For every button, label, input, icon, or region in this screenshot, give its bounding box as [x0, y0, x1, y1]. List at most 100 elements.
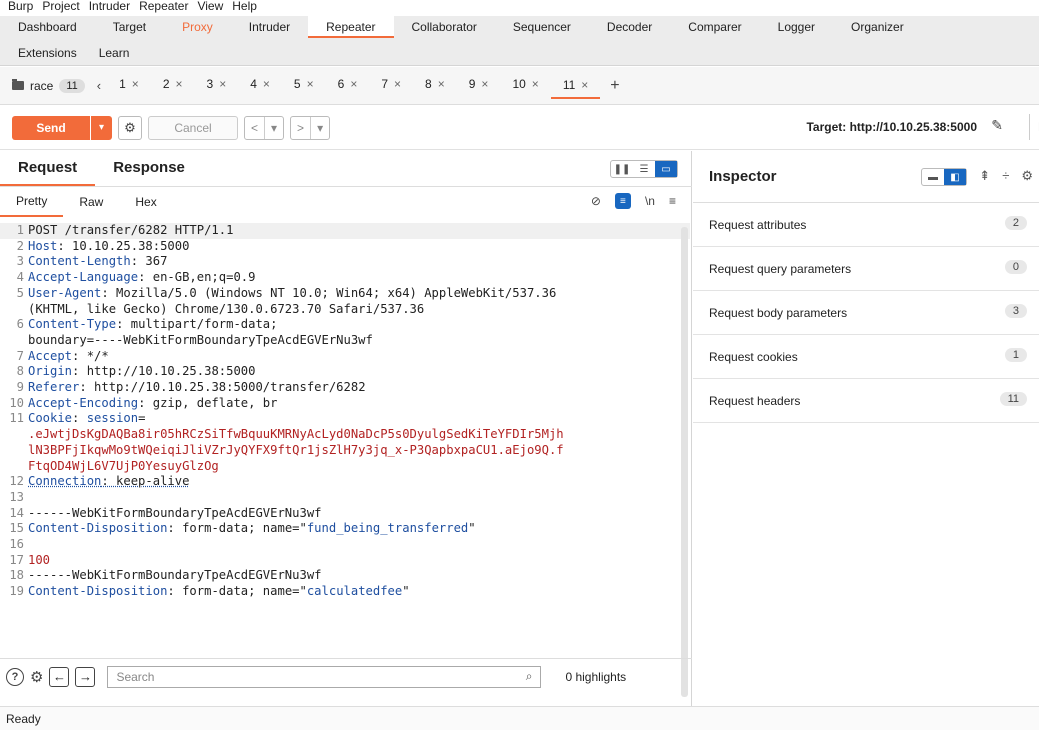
inspector-row[interactable]: Request query parameters 0 [693, 247, 1039, 291]
cancel-button[interactable]: Cancel [148, 115, 238, 140]
close-tab-icon[interactable]: × [307, 77, 314, 91]
inspector-layout-b-icon[interactable]: ◧ [944, 169, 966, 185]
previous-match-icon[interactable]: ← [49, 666, 70, 687]
tab-intruder[interactable]: Intruder [231, 16, 308, 38]
close-tab-icon[interactable]: × [176, 77, 183, 91]
line-code: Accept-Language: en-GB,en;q=0.9 [28, 270, 255, 286]
editor-scrollbar[interactable] [681, 227, 688, 697]
send-button[interactable]: Send [12, 115, 90, 140]
next-match-icon[interactable]: → [75, 666, 96, 687]
code-token: calculatedfee [306, 584, 403, 599]
tab-raw[interactable]: Raw [63, 188, 119, 216]
repeater-tab-8[interactable]: 8 × [413, 73, 457, 95]
inspector-row[interactable]: Request headers 11 [693, 379, 1039, 423]
hide-nonprintable-eye-icon[interactable]: ⊘ [591, 194, 601, 208]
editor-line: 6 Content-Type: multipart/form-data; [0, 317, 690, 333]
layout-switcher[interactable]: ❚❚ ☰ ▭ [610, 160, 678, 178]
repeater-tab-10[interactable]: 10 × [500, 73, 550, 95]
tab-target[interactable]: Target [95, 16, 164, 38]
line-number: 6 [16, 317, 24, 332]
newline-toggle[interactable]: \n [645, 194, 655, 208]
settings-gear-icon[interactable]: ⚙ [118, 115, 142, 140]
menu-icon[interactable]: ≡ [669, 194, 676, 208]
code-token: POST /transfer/6282 HTTP/1.1 [28, 223, 234, 237]
history-back-icon[interactable]: < [245, 117, 264, 139]
close-tab-icon[interactable]: × [481, 77, 488, 91]
tab-hex[interactable]: Hex [119, 188, 172, 216]
tab-logger[interactable]: Logger [760, 16, 833, 38]
search-input[interactable]: Search ⌕ [107, 665, 542, 688]
search-settings-gear-icon[interactable]: ⚙ [30, 668, 43, 686]
repeater-tab-5[interactable]: 5 × [282, 73, 326, 95]
layout-side-by-side-icon[interactable]: ❚❚ [611, 161, 633, 177]
truncated-toolbar-item[interactable]: H [1029, 114, 1039, 140]
editor-line: 17 100 [0, 553, 690, 569]
inspector-row[interactable]: Request cookies 1 [693, 335, 1039, 379]
close-tab-icon[interactable]: × [394, 77, 401, 91]
inspector-row[interactable]: Request attributes 2 [693, 203, 1039, 247]
inspector-row[interactable]: Request body parameters 3 [693, 291, 1039, 335]
tab-dashboard[interactable]: Dashboard [0, 16, 95, 38]
word-wrap-icon[interactable]: ≡ [614, 193, 631, 209]
help-icon[interactable]: ? [6, 667, 24, 686]
tab-collaborator[interactable]: Collaborator [394, 16, 495, 38]
editor-line: FtqOD4WjL6V7UjP0YesuyGlzOg [0, 459, 690, 475]
history-back-group[interactable]: < ▾ [244, 115, 285, 140]
send-dropdown-icon[interactable]: ▾ [90, 115, 112, 140]
tab-decoder[interactable]: Decoder [589, 16, 670, 38]
repeater-tab-3[interactable]: 3 × [195, 73, 239, 95]
tab-comparer[interactable]: Comparer [670, 16, 759, 38]
line-code: Accept-Encoding: gzip, deflate, br [28, 396, 277, 412]
menu-project[interactable]: Project [40, 0, 86, 16]
tab-group-race[interactable]: race 11 [12, 78, 91, 93]
repeater-tab-1[interactable]: 1 × [107, 73, 151, 95]
inspector-layout-a-icon[interactable]: ▬ [922, 169, 944, 185]
menu-help[interactable]: Help [230, 0, 264, 16]
history-forward-group[interactable]: > ▾ [290, 115, 331, 140]
line-number: 12 [9, 474, 24, 489]
tab-proxy[interactable]: Proxy [164, 16, 231, 38]
repeater-tab-11[interactable]: 11 × [550, 73, 601, 99]
close-tab-icon[interactable]: × [438, 77, 445, 91]
layout-tabs-icon[interactable]: ▭ [655, 161, 677, 177]
history-back-dropdown-icon[interactable]: ▾ [264, 116, 283, 139]
repeater-tab-9[interactable]: 9 × [457, 73, 501, 95]
menu-repeater[interactable]: Repeater [137, 0, 195, 16]
line-number: 9 [16, 380, 24, 395]
close-tab-icon[interactable]: × [581, 78, 588, 92]
repeater-tab-4[interactable]: 4 × [238, 73, 282, 95]
menu-view[interactable]: View [195, 0, 230, 16]
tab-repeater[interactable]: Repeater [308, 16, 394, 38]
request-editor[interactable]: 1 POST /transfer/6282 HTTP/1.1 2 Host: 10.1… [0, 223, 690, 649]
tab-organizer[interactable]: Organizer [833, 16, 922, 38]
repeater-tab-6[interactable]: 6 × [326, 73, 370, 95]
code-token: Content-Type [28, 317, 117, 332]
close-tab-icon[interactable]: × [263, 77, 270, 91]
close-tab-icon[interactable]: × [532, 77, 539, 91]
edit-target-pencil-icon[interactable]: ✎ [991, 117, 1003, 134]
editor-line: boundary=----WebKitFormBoundaryTpeAcdEGV… [0, 333, 690, 349]
tab-request[interactable]: Request [0, 151, 96, 186]
expand-all-icon[interactable]: ⇞ [979, 168, 990, 184]
tab-sequencer[interactable]: Sequencer [495, 16, 589, 38]
history-forward-icon[interactable]: > [291, 117, 310, 139]
layout-stacked-icon[interactable]: ☰ [633, 161, 655, 177]
inspector-layout-switcher[interactable]: ▬ ◧ [921, 168, 967, 186]
repeater-tab-7[interactable]: 7 × [369, 73, 413, 95]
add-tab-button[interactable]: + [600, 77, 629, 95]
close-tab-icon[interactable]: × [219, 77, 226, 91]
collapse-all-icon[interactable]: ÷ [1002, 168, 1009, 184]
history-forward-dropdown-icon[interactable]: ▾ [310, 116, 329, 139]
tab-extensions[interactable]: Extensions [0, 42, 95, 64]
menu-intruder[interactable]: Intruder [87, 0, 137, 16]
editor-line: 8 Origin: http://10.10.25.38:5000 [0, 364, 690, 380]
repeater-tab-2[interactable]: 2 × [151, 73, 195, 95]
tab-response[interactable]: Response [95, 151, 203, 186]
menu-burp[interactable]: Burp [6, 0, 40, 16]
close-tab-icon[interactable]: × [350, 77, 357, 91]
close-tab-icon[interactable]: × [132, 77, 139, 91]
tab-learn[interactable]: Learn [95, 42, 148, 64]
inspector-settings-gear-icon[interactable]: ⚙ [1021, 168, 1033, 184]
tab-pretty[interactable]: Pretty [0, 187, 64, 217]
scroll-left-icon[interactable]: ‹ [91, 78, 107, 93]
